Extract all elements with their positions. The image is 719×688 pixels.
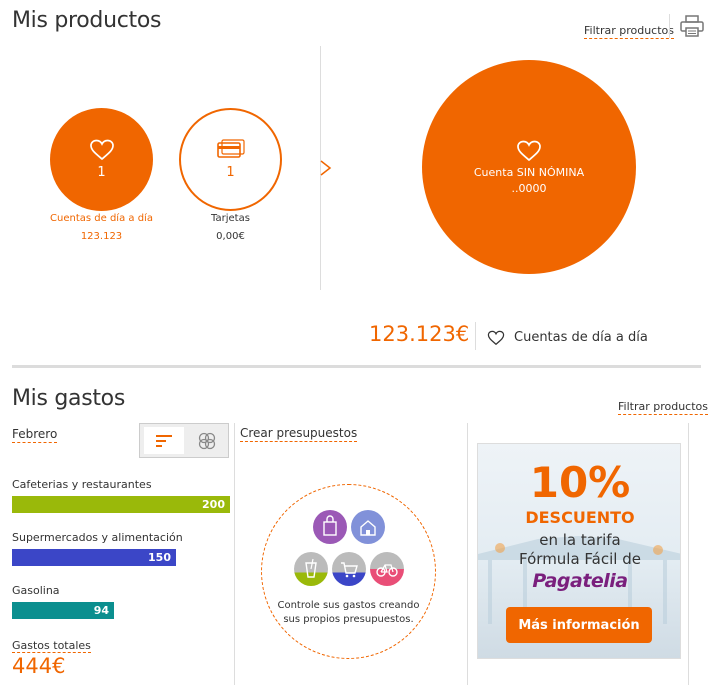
printer-icon[interactable] xyxy=(680,15,704,37)
summary-label: Cuentas de día a día xyxy=(50,213,153,224)
selected-account-number: ..0000 xyxy=(511,181,547,195)
summary-count: 1 xyxy=(226,165,235,180)
heart-icon xyxy=(89,139,114,161)
header-divider xyxy=(669,14,670,38)
house-icon xyxy=(351,510,385,544)
filter-products-link[interactable]: Filtrar productos xyxy=(584,24,675,39)
expenses-bar-chart: Cafeterias y restaurantes 200 Supermercado… xyxy=(12,478,230,628)
total-label: Cuentas de día a día xyxy=(514,330,648,345)
selected-account-name: Cuenta SIN NÓMINA xyxy=(473,165,585,179)
promo-banner[interactable]: 10% DESCUENTO en la tarifa Fórmula Fácil… xyxy=(477,443,681,659)
total-expenses-value: 444€ xyxy=(12,654,66,678)
card-icon xyxy=(216,139,245,158)
expense-bar[interactable]: 150 xyxy=(12,549,176,566)
budget-title: Crear presupuestos xyxy=(240,426,358,442)
bicycle-icon xyxy=(370,552,404,586)
promo-discount: DESCUENTO xyxy=(525,508,635,527)
summary-value: 123.123 xyxy=(80,231,123,242)
budget-text-line1: Controle sus gastos creando xyxy=(277,600,420,611)
promo-brand-logo: Pagatelia xyxy=(532,570,628,592)
promo-line2: Fórmula Fácil de xyxy=(519,550,641,568)
expenses-title: Mis gastos xyxy=(12,386,126,411)
cart-icon xyxy=(332,552,366,586)
bar-value-label: 94 xyxy=(93,604,109,617)
products-title: Mis productos xyxy=(12,8,162,33)
summary-count: 1 xyxy=(97,165,106,180)
total-amount: 123.123€ xyxy=(369,322,470,346)
shopping-bag-icon xyxy=(313,510,347,544)
promo-line1: en la tarifa xyxy=(539,531,621,549)
summary-value: 0,00€ xyxy=(216,231,245,242)
section-separator xyxy=(12,365,701,368)
bar-category-label: Supermercados y alimentación xyxy=(12,531,183,544)
budget-text-line2: sus propios presupuestos. xyxy=(283,614,414,625)
bars-icon[interactable] xyxy=(144,427,184,454)
view-toggle xyxy=(139,423,229,458)
bar-value-label: 200 xyxy=(202,498,225,511)
promo-percent: 10% xyxy=(529,458,631,507)
summary-label: Tarjetas xyxy=(211,213,250,224)
drink-icon xyxy=(294,552,328,586)
summary-cards-circle[interactable]: 1 xyxy=(179,108,282,211)
total-divider xyxy=(475,322,476,350)
bar-category-label: Cafeterias y restaurantes xyxy=(12,478,152,491)
heart-icon xyxy=(487,330,505,346)
bar-category-label: Gasolina xyxy=(12,584,60,597)
filter-expenses-link[interactable]: Filtrar productos xyxy=(618,400,709,415)
expense-bar[interactable]: 94 xyxy=(12,602,114,619)
expense-bar[interactable]: 200 xyxy=(12,496,230,513)
selected-account-circle[interactable]: Cuenta SIN NÓMINA ..0000 xyxy=(422,60,636,274)
budget-left-divider xyxy=(234,423,235,685)
heart-icon xyxy=(517,140,541,161)
bar-value-label: 150 xyxy=(148,551,171,564)
chevron-right-icon[interactable] xyxy=(318,158,334,178)
more-info-button[interactable]: Más información xyxy=(506,607,652,643)
summary-accounts-circle[interactable]: 1 xyxy=(50,108,153,211)
month-selector[interactable]: Febrero xyxy=(12,427,58,443)
total-expenses-label: Gastos totales xyxy=(12,639,91,653)
ad-left-divider xyxy=(467,423,468,685)
donut-icon[interactable] xyxy=(188,427,226,454)
ad-right-divider xyxy=(688,423,689,685)
